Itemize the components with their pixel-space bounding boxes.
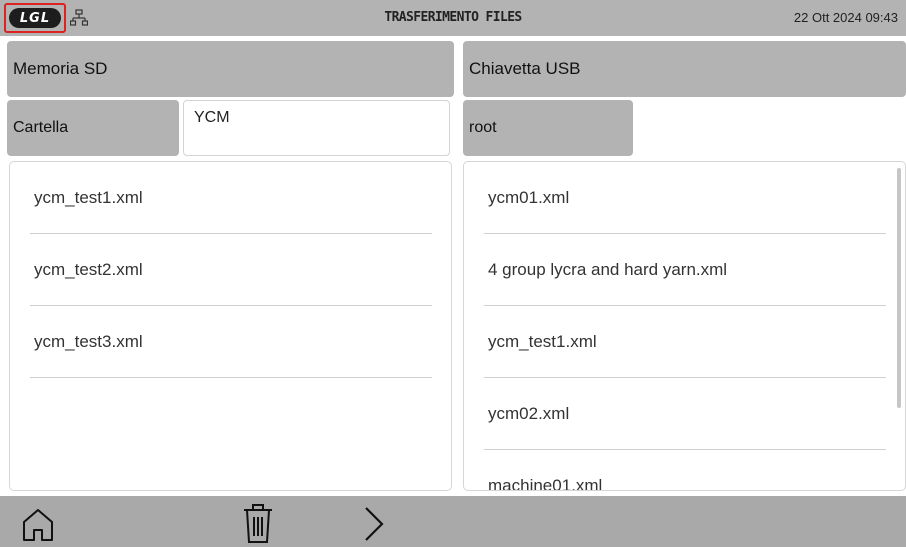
trash-icon[interactable] <box>240 502 276 544</box>
datetime: 22 Ott 2024 09:43 <box>793 10 898 25</box>
bottom-toolbar <box>0 496 906 547</box>
folder-label: Cartella <box>7 100 179 156</box>
usb-stick-header[interactable]: Chiavetta USB <box>463 41 906 97</box>
list-item[interactable]: 4 group lycra and hard yarn.xml <box>484 234 886 306</box>
list-item[interactable]: ycm02.xml <box>484 378 886 450</box>
list-item[interactable]: ycm_test1.xml <box>484 306 886 378</box>
page-title: TRASFERIMENTO FILES <box>384 10 522 25</box>
scrollbar[interactable] <box>897 168 901 408</box>
list-item[interactable]: ycm01.xml <box>484 162 886 234</box>
list-item[interactable]: ycm_test2.xml <box>30 234 432 306</box>
list-item[interactable]: ycm_test1.xml <box>30 162 432 234</box>
usb-file-list: ycm01.xml 4 group lycra and hard yarn.xm… <box>463 161 906 491</box>
list-item[interactable]: machine01.xml <box>484 450 886 490</box>
home-icon[interactable] <box>18 504 58 544</box>
title-bar: LGL TRASFERIMENTO FILES 22 Ott 2024 09:4… <box>0 0 906 36</box>
list-item[interactable]: ycm_test3.xml <box>30 306 432 378</box>
sd-memory-header[interactable]: Memoria SD <box>7 41 454 97</box>
sd-file-list: ycm_test1.xml ycm_test2.xml ycm_test3.xm… <box>9 161 452 491</box>
usb-folder-label[interactable]: root <box>463 100 633 156</box>
folder-input[interactable]: YCM <box>183 100 450 156</box>
chevron-right-icon[interactable] <box>358 504 390 544</box>
